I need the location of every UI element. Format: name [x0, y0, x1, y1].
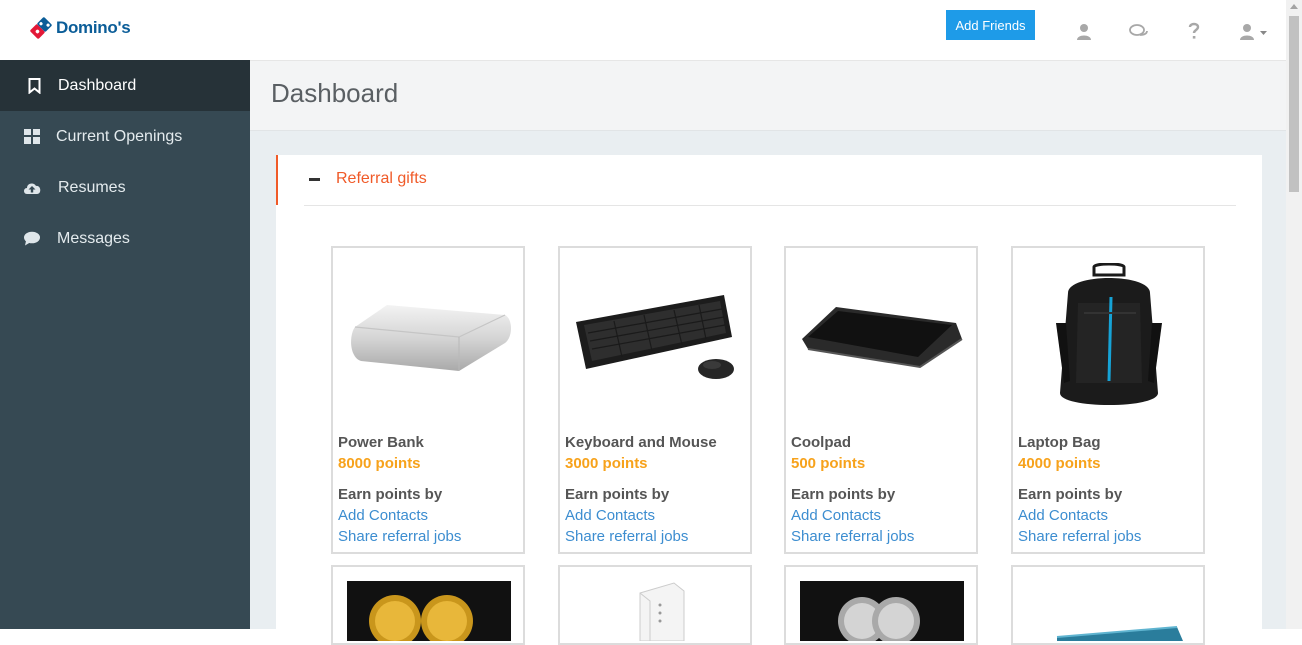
- page-header: Dashboard: [250, 61, 1286, 131]
- gift-card-gold-coins[interactable]: [331, 565, 525, 645]
- help-icon[interactable]: [1183, 20, 1205, 42]
- coolpad-image: [800, 262, 964, 412]
- add-contacts-link[interactable]: Add Contacts: [791, 507, 881, 524]
- chat-bubble-icon: [22, 229, 42, 249]
- earn-points-label: Earn points by: [1018, 486, 1123, 503]
- gift-card-card[interactable]: [1011, 565, 1205, 645]
- user-icon[interactable]: [1073, 20, 1095, 42]
- bookmark-icon: [24, 76, 44, 96]
- dominos-tile-icon: [28, 15, 54, 41]
- sidebar: Dashboard Current Openings Resumes Messa…: [0, 60, 250, 629]
- panel-accent-bar: [276, 155, 278, 205]
- account-menu-icon[interactable]: [1236, 20, 1270, 42]
- panel-header: Referral gifts: [304, 155, 1236, 206]
- panel-title: Referral gifts: [336, 170, 427, 187]
- gift-points: 3000 points: [565, 455, 648, 472]
- chat-icon[interactable]: [1128, 20, 1150, 42]
- sidebar-item-resumes[interactable]: Resumes: [0, 162, 250, 213]
- sidebar-item-label: Messages: [57, 229, 130, 247]
- referral-gifts-panel: Referral gifts Power Bank 8000 points Ea…: [276, 155, 1262, 645]
- gift-card-laptop-bag[interactable]: Laptop Bag 4000 points Earn points by Ad…: [1011, 246, 1205, 554]
- card-image: [1027, 581, 1191, 641]
- gift-card-power-bank[interactable]: Power Bank 8000 points Earn points by Ad…: [331, 246, 525, 554]
- share-referral-jobs-link[interactable]: Share referral jobs: [565, 528, 688, 545]
- gift-card-coolpad[interactable]: Coolpad 500 points Earn points by Add Co…: [784, 246, 978, 554]
- gold-coins-image: [347, 581, 511, 641]
- cloud-upload-icon: [22, 178, 42, 198]
- share-referral-jobs-link[interactable]: Share referral jobs: [791, 528, 914, 545]
- gift-name: Power Bank: [338, 434, 424, 451]
- silver-coins-image: [800, 581, 964, 641]
- earn-points-label: Earn points by: [791, 486, 896, 503]
- dominos-logo[interactable]: Domino's: [28, 15, 131, 41]
- add-contacts-link[interactable]: Add Contacts: [565, 507, 655, 524]
- earn-points-label: Earn points by: [338, 486, 443, 503]
- gift-name: Keyboard and Mouse: [565, 434, 717, 451]
- keyboard-mouse-image: [574, 262, 738, 412]
- top-bar: Domino's Add Friends: [0, 0, 1286, 61]
- router-image: [574, 581, 738, 641]
- share-referral-jobs-link[interactable]: Share referral jobs: [1018, 528, 1141, 545]
- share-referral-jobs-link[interactable]: Share referral jobs: [338, 528, 461, 545]
- gift-name: Coolpad: [791, 434, 851, 451]
- page-title: Dashboard: [271, 78, 399, 108]
- gift-name: Laptop Bag: [1018, 434, 1101, 451]
- sidebar-item-current-openings[interactable]: Current Openings: [0, 111, 250, 162]
- main-content: Dashboard Referral gifts Power Bank 8000…: [250, 61, 1286, 645]
- sidebar-item-dashboard[interactable]: Dashboard: [0, 60, 250, 111]
- sidebar-item-label: Current Openings: [56, 127, 183, 145]
- add-contacts-link[interactable]: Add Contacts: [1018, 507, 1108, 524]
- gift-points: 8000 points: [338, 455, 421, 472]
- add-contacts-link[interactable]: Add Contacts: [338, 507, 428, 524]
- scroll-thumb[interactable]: [1289, 16, 1299, 192]
- brand-name: Domino's: [56, 18, 131, 37]
- sidebar-item-messages[interactable]: Messages: [0, 213, 250, 264]
- scroll-up-arrow-icon[interactable]: [1290, 4, 1298, 9]
- earn-points-label: Earn points by: [565, 486, 670, 503]
- gift-points: 4000 points: [1018, 455, 1101, 472]
- power-bank-image: [347, 262, 511, 412]
- gift-card-keyboard-mouse[interactable]: Keyboard and Mouse 3000 points Earn poin…: [558, 246, 752, 554]
- laptop-bag-image: [1027, 262, 1191, 412]
- sidebar-item-label: Dashboard: [58, 76, 137, 94]
- sidebar-item-label: Resumes: [58, 178, 126, 196]
- gift-points: 500 points: [791, 455, 866, 472]
- add-friends-button[interactable]: Add Friends: [946, 10, 1035, 40]
- gift-card-router[interactable]: [558, 565, 752, 645]
- grid-icon: [22, 127, 42, 147]
- collapse-icon[interactable]: [309, 178, 320, 181]
- gift-card-silver-coins[interactable]: [784, 565, 978, 645]
- page-scrollbar[interactable]: [1286, 0, 1302, 629]
